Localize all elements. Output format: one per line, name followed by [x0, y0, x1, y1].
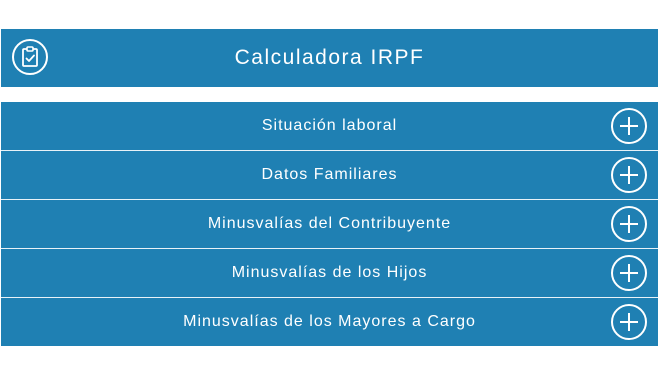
section-situacion-laboral[interactable]: Situación laboral	[1, 102, 658, 151]
section-datos-familiares[interactable]: Datos Familiares	[1, 151, 658, 200]
expand-plus-icon[interactable]	[611, 157, 647, 193]
expand-plus-icon[interactable]	[611, 255, 647, 291]
irpf-sections-accordion: Situación laboral Datos Familiares Minus…	[1, 102, 658, 346]
expand-plus-icon[interactable]	[611, 108, 647, 144]
section-minusvalias-hijos[interactable]: Minusvalías de los Hijos	[1, 249, 658, 298]
section-label: Minusvalías de los Hijos	[231, 264, 428, 281]
clipboard-check-icon-graphic	[22, 46, 38, 67]
section-minusvalias-contribuyente[interactable]: Minusvalías del Contribuyente	[1, 200, 658, 249]
section-label: Minusvalías del Contribuyente	[207, 215, 452, 232]
expand-plus-icon[interactable]	[611, 206, 647, 242]
expand-plus-icon[interactable]	[611, 304, 647, 340]
page-title: Calculadora IRPF	[234, 46, 425, 69]
app-header: Calculadora IRPF	[1, 29, 658, 87]
section-label: Situación laboral	[261, 117, 398, 134]
section-label: Datos Familiares	[261, 166, 398, 183]
section-minusvalias-mayores[interactable]: Minusvalías de los Mayores a Cargo	[1, 298, 658, 346]
section-label: Minusvalías de los Mayores a Cargo	[183, 313, 476, 330]
clipboard-check-icon[interactable]	[12, 39, 48, 75]
